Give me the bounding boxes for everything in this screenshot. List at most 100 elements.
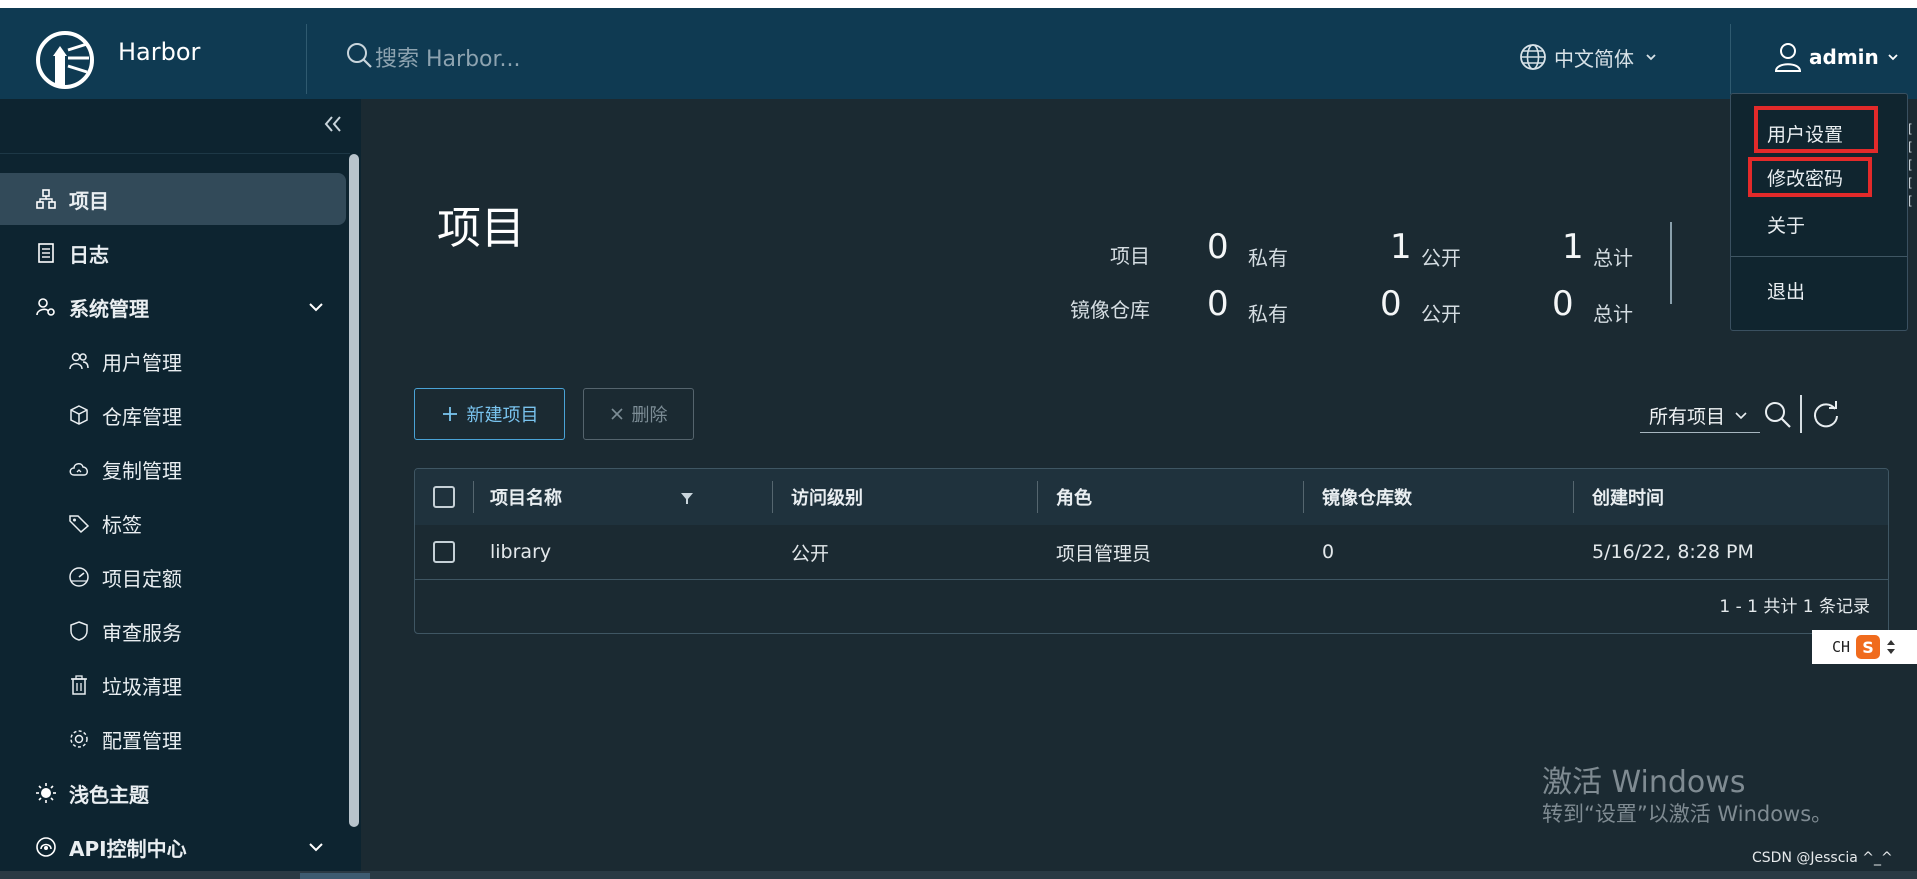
access-level-cell: 公开: [791, 542, 830, 565]
table-row: library 公开 项目管理员 0 5/16/22, 8:28 PM: [415, 525, 1888, 580]
project-name-link[interactable]: library: [490, 525, 750, 579]
sidebar-item-replications[interactable]: 复制管理: [0, 443, 346, 495]
sidebar-item-label: 日志: [69, 242, 109, 267]
row-select-cell: [433, 525, 463, 579]
username-label: admin: [1809, 45, 1879, 69]
repos-total-count: 0: [1552, 284, 1574, 324]
bottom-indicator: [300, 873, 370, 879]
public-label: 公开: [1421, 246, 1461, 270]
harbor-logo-icon[interactable]: [35, 30, 95, 90]
gear-icon: [66, 726, 92, 752]
plus-icon: [442, 407, 457, 421]
created-time-cell: 5/16/22, 8:28 PM: [1592, 541, 1754, 563]
projects-private-count: 0: [1207, 227, 1229, 267]
projects-icon: [33, 186, 59, 212]
sidebar-item-user-management[interactable]: 用户管理: [0, 335, 346, 387]
column-divider: [1573, 481, 1574, 513]
filter-icon[interactable]: [680, 491, 694, 505]
api-icon: [33, 834, 59, 860]
search-icon[interactable]: [1762, 399, 1794, 431]
filter-value: 所有项目: [1649, 405, 1726, 428]
tag-icon: [66, 510, 92, 536]
total-label: 总计: [1593, 302, 1633, 326]
repo-count-cell: 0: [1322, 541, 1335, 563]
column-divider: [772, 481, 773, 513]
top-strip: [0, 0, 1917, 8]
ime-language-label: CH: [1832, 638, 1851, 656]
close-icon: [610, 408, 623, 420]
admin-users-gear-icon: [33, 294, 59, 320]
new-project-label: 新建项目: [466, 405, 539, 426]
stats-projects-label: 项目: [1110, 244, 1150, 268]
header-divider: [306, 24, 307, 94]
sidebar-divider: [0, 153, 350, 154]
global-search-input[interactable]: [373, 44, 877, 74]
top-header: Harbor 中文简体 admin: [0, 8, 1917, 99]
sidebar-item-api-center[interactable]: API控制中心: [0, 821, 346, 873]
gauge-icon: [66, 564, 92, 590]
chevron-down-icon: [1888, 54, 1898, 61]
logs-icon: [33, 240, 59, 266]
edge-clipped-text: [[[[[: [1908, 122, 1913, 208]
sidebar-item-label: 浅色主题: [69, 782, 149, 807]
column-header-name[interactable]: 项目名称: [490, 469, 710, 525]
language-label: 中文简体: [1554, 46, 1634, 71]
user-menu-toggle[interactable]: admin: [1773, 40, 1901, 74]
chevron-down-icon: [309, 843, 323, 852]
sidebar-item-garbage-collection[interactable]: 垃圾清理: [0, 659, 346, 711]
sidebar-item-light-theme[interactable]: 浅色主题: [0, 767, 346, 819]
menu-item-logout[interactable]: 退出: [1767, 277, 1805, 304]
chevron-down-icon: [1646, 54, 1656, 61]
page-title: 项目: [437, 203, 525, 254]
language-selector[interactable]: 中文简体: [1518, 40, 1662, 74]
sidebar-item-label: 项目: [69, 188, 109, 213]
sidebar-item-label: 项目定额: [102, 566, 182, 591]
users-icon: [66, 348, 92, 374]
select-all-checkbox[interactable]: [433, 486, 455, 508]
repos-public-count: 0: [1380, 284, 1402, 324]
column-header-created[interactable]: 创建时间: [1592, 469, 1792, 525]
ime-toolbar[interactable]: CH S: [1812, 630, 1917, 664]
ime-scroll-arrows-icon: [1887, 640, 1896, 654]
select-all-cell: [433, 469, 463, 525]
sidebar-item-label: 系统管理: [69, 296, 149, 321]
sidebar-item-logs[interactable]: 日志: [0, 227, 346, 279]
private-label: 私有: [1248, 246, 1288, 270]
delete-button[interactable]: 删除: [583, 388, 694, 440]
menu-item-about[interactable]: 关于: [1767, 211, 1805, 238]
new-project-button[interactable]: 新建项目: [414, 388, 565, 440]
column-header-access[interactable]: 访问级别: [791, 469, 991, 525]
column-divider: [1037, 481, 1038, 513]
row-checkbox[interactable]: [433, 541, 455, 563]
globe-icon: [1520, 44, 1546, 70]
projects-table: 项目名称 访问级别 角色 镜像仓库数 创建时间 library 公开 项目管理员…: [414, 468, 1889, 634]
sidebar-item-interrogation-services[interactable]: 审查服务: [0, 605, 346, 657]
stats-divider: [1670, 222, 1672, 304]
column-header-repo-count[interactable]: 镜像仓库数: [1322, 469, 1522, 525]
sidebar-item-label: 用户管理: [102, 350, 182, 375]
chevron-down-icon: [309, 303, 323, 312]
refresh-icon[interactable]: [1810, 399, 1842, 431]
collapse-sidebar-icon[interactable]: [318, 111, 348, 137]
sidebar-item-projects[interactable]: 项目: [0, 173, 346, 225]
brand-name[interactable]: Harbor: [118, 38, 200, 66]
column-divider: [473, 481, 474, 513]
sidebar-item-label: 配置管理: [102, 728, 182, 753]
projects-total-count: 1: [1562, 227, 1584, 267]
shield-icon: [66, 618, 92, 644]
column-header-role[interactable]: 角色: [1056, 469, 1256, 525]
sidebar-item-project-quotas[interactable]: 项目定额: [0, 551, 346, 603]
public-label: 公开: [1421, 302, 1461, 326]
sidebar-scrollbar[interactable]: [349, 154, 359, 827]
search-icon: [347, 43, 372, 68]
sidebar-item-registries[interactable]: 仓库管理: [0, 389, 346, 441]
sidebar-item-configuration[interactable]: 配置管理: [0, 713, 346, 765]
column-divider: [1303, 481, 1304, 513]
sidebar-item-labels[interactable]: 标签: [0, 497, 346, 549]
sidebar-item-admin[interactable]: 系统管理: [0, 281, 346, 333]
sidebar-item-label: 仓库管理: [102, 404, 182, 429]
menu-divider: [1731, 256, 1907, 257]
bottom-bar: [0, 871, 1917, 879]
project-filter-select[interactable]: 所有项目: [1640, 398, 1760, 433]
trash-icon: [66, 672, 92, 698]
